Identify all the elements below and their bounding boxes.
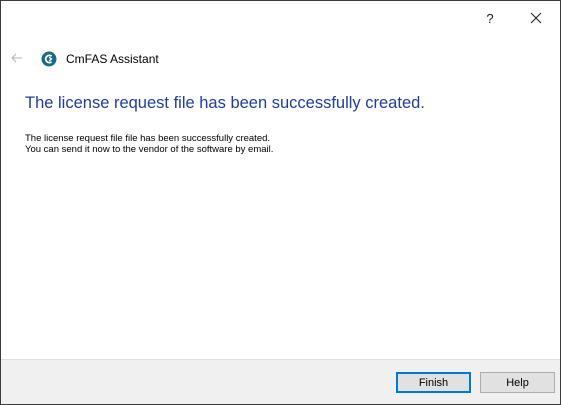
back-button[interactable] <box>9 50 25 66</box>
help-button-label: Help <box>506 376 529 389</box>
help-caption-button[interactable]: ? <box>467 1 513 35</box>
message-line: The license request file file has been s… <box>25 133 271 144</box>
message-body: The license request file file has been s… <box>25 133 273 155</box>
title-bar: ? <box>1 1 560 35</box>
close-icon <box>530 12 542 24</box>
page-heading: The license request file has been succes… <box>25 94 425 112</box>
button-bar: Finish Help <box>1 359 560 404</box>
app-title: CmFAS Assistant <box>66 52 159 66</box>
finish-button-label: Finish <box>418 376 449 389</box>
help-caption-label: ? <box>486 10 494 26</box>
finish-button[interactable]: Finish <box>396 372 471 393</box>
cmfas-logo-icon <box>41 51 57 67</box>
license-wizard-window: ? CmFAS Assistant The license request fi… <box>0 0 561 405</box>
back-arrow-icon <box>11 53 22 63</box>
wizard-header: CmFAS Assistant <box>1 47 560 71</box>
close-button[interactable] <box>513 1 559 35</box>
message-line: You can send it now to the vendor of the… <box>25 144 274 155</box>
help-button[interactable]: Help <box>480 372 555 393</box>
